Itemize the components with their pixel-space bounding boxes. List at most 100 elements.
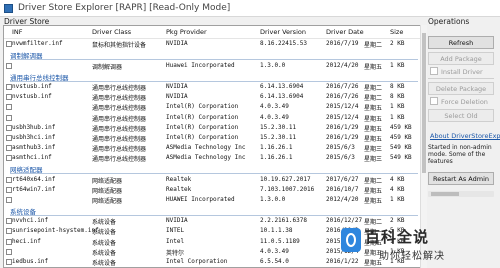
row-checkbox[interactable] — [6, 196, 12, 203]
row-checkbox[interactable] — [6, 114, 12, 121]
cell-pkg-provider: NVIDIA — [166, 217, 188, 225]
cell-inf: usbh3hub.inf — [12, 123, 56, 131]
cell-driver-version: 7.103.1007.2016 — [260, 185, 315, 193]
about-link[interactable]: About DriverStoreExplo — [430, 132, 500, 140]
checkbox-box[interactable] — [430, 67, 438, 75]
cell-size: 1 KB — [390, 61, 405, 69]
watermark-main-text: 百科全说 — [365, 228, 430, 246]
col-size[interactable]: Size — [390, 28, 403, 36]
cell-pkg-provider: Intel(R) Corporation — [166, 123, 239, 131]
cell-driver-version: 1.16.26.1 — [260, 143, 293, 151]
cell-driver-date: 2016/10/7 — [326, 185, 359, 193]
watermark-sub-text: 助你轻松解决 — [379, 251, 445, 262]
table-row[interactable]: 通用串行总线控制器 Intel(R) Corporation 4.0.3.49 201… — [4, 113, 420, 123]
title-bar: Driver Store Explorer [RAPR] [Read-Only … — [0, 0, 500, 17]
checkbox-box[interactable] — [430, 97, 438, 105]
install-driver-checkbox[interactable]: Install Driver — [430, 67, 483, 76]
table-row[interactable]: 通用串行总线控制器 Intel(R) Corporation 4.0.3.49 201… — [4, 102, 420, 113]
row-checkbox[interactable] — [6, 62, 12, 69]
table-row[interactable]: rt640x64.inf 网络适配器 Realtek 10.19.627.2017 20… — [4, 175, 420, 185]
table-row[interactable]: asmthci.inf 通用串行总线控制器 ASMedia Technology I… — [4, 153, 420, 163]
cell-inf: nvvhci.inf — [12, 217, 49, 225]
cell-driver-class: 通用串行总线控制器 — [92, 135, 147, 143]
cell-driver-class: 网络适配器 — [92, 177, 123, 185]
separator — [428, 78, 494, 79]
cell-inf: rt640x64.inf — [12, 175, 56, 183]
table-row[interactable]: rt64win7.inf 网络适配器 Realtek 7.103.1007.2016 2… — [4, 185, 420, 195]
cell-driver-version: 6.14.13.6904 — [260, 93, 304, 101]
cell-driver-date: 2016/1/29 — [326, 123, 359, 131]
app-icon — [4, 3, 13, 13]
cell-pkg-provider: Intel(R) Corporation — [166, 113, 239, 121]
cell-pkg-provider: NVIDIA — [166, 40, 188, 47]
cell-driver-version: 6.14.13.6904 — [260, 83, 304, 91]
cell-weekday: 星期五 — [364, 105, 383, 113]
force-deletion-checkbox[interactable]: Force Deletion — [430, 97, 488, 106]
col-driver-class[interactable]: Driver Class — [92, 28, 131, 36]
cell-weekday: 星期五 — [364, 197, 383, 205]
cell-driver-class: 通用串行总线控制器 — [92, 85, 147, 93]
select-old-button[interactable]: Select Old — [428, 109, 494, 122]
horizontal-scrollbar[interactable] — [428, 191, 494, 197]
cell-driver-date: 2015/12/4 — [326, 103, 359, 111]
cell-pkg-provider: Intel(R) Corporation — [166, 103, 239, 111]
table-row[interactable]: usbh3hub.inf 通用串行总线控制器 Intel(R) Corporatio… — [4, 123, 420, 133]
table-row[interactable]: nvstusb.inf 通用串行总线控制器 NVIDIA 6.14.13.6904 20… — [4, 92, 420, 103]
refresh-button[interactable]: Refresh — [428, 36, 494, 49]
col-driver-date[interactable]: Driver Date — [326, 28, 364, 36]
cell-driver-class: 网络适配器 — [92, 187, 123, 195]
cell-driver-class: 通用串行总线控制器 — [92, 155, 147, 163]
group-header[interactable]: 通用串行总线控制器 — [4, 71, 420, 82]
add-package-button[interactable]: Add Package — [428, 52, 494, 65]
cell-driver-class: 系统设备 — [92, 229, 117, 237]
cell-pkg-provider: Realtek — [166, 175, 192, 183]
table-row[interactable]: usbh3hci.inf 通用串行总线控制器 Intel(R) Corporatio… — [4, 133, 420, 143]
cell-driver-version: 1.3.0.0 — [260, 61, 286, 69]
cell-pkg-provider: Huawei Incorporated — [166, 61, 235, 69]
cell-size: 549 KB — [390, 143, 412, 151]
delete-package-button[interactable]: Delete Package — [428, 82, 494, 95]
cell-inf: asmthci.inf — [12, 153, 52, 161]
cell-inf: sunrisepoint-hsystem.inf — [12, 227, 99, 235]
cell-weekday: 星期二 — [364, 85, 383, 93]
table-row[interactable]: 调制解调器 Huawei Incorporated 1.3.0.0 2012/4/20… — [4, 61, 420, 71]
table-row[interactable]: 网络适配器 HUAWEI Incorporated 1.3.0.0 2012/4/20… — [4, 195, 420, 205]
table-row[interactable]: asmthub3.inf 通用串行总线控制器 ASMedia Technology … — [4, 143, 420, 153]
col-inf[interactable]: INF — [12, 28, 23, 36]
cell-inf: usbh3hci.inf — [12, 133, 56, 141]
cell-pkg-provider: Realtek — [166, 185, 192, 193]
cell-weekday: 星期五 — [364, 125, 383, 133]
cell-weekday: 星期三 — [364, 155, 383, 163]
group-header[interactable]: 系统设备 — [4, 205, 420, 216]
cell-driver-class: 通用串行总线控制器 — [92, 115, 147, 123]
cell-driver-class: 通用串行总线控制器 — [92, 105, 147, 113]
group-header[interactable]: 调制解调器 — [4, 49, 420, 61]
cell-weekday: 星期五 — [364, 115, 383, 123]
cell-size: 1 KB — [390, 195, 405, 203]
col-pkg-provider[interactable]: Pkg Provider — [166, 28, 207, 36]
row-checkbox[interactable] — [6, 104, 12, 111]
operations-label: Operations — [428, 17, 470, 26]
cell-driver-version: 4.0.3.49 — [260, 103, 289, 111]
cell-driver-version: 4.0.3.49 — [260, 113, 289, 121]
col-driver-version[interactable]: Driver Version — [260, 28, 306, 36]
cell-driver-version: 4.0.3.49 — [260, 247, 289, 255]
cell-pkg-provider: Intel — [166, 237, 185, 245]
table-row[interactable]: nvstusb.inf 通用串行总线控制器 NVIDIA 6.14.13.6904 20… — [4, 82, 420, 93]
row-checkbox[interactable] — [6, 248, 12, 255]
cell-driver-version: 15.2.30.11 — [260, 123, 297, 131]
table-row[interactable]: nvwmfilter.inf 鼠标和其他指针设备 NVIDIA 8.16.22415.… — [4, 39, 420, 49]
cell-driver-class: 通用串行总线控制器 — [92, 95, 147, 103]
cell-pkg-provider: Intel(R) Corporation — [166, 133, 239, 141]
cell-weekday: 星期二 — [364, 95, 383, 103]
restart-as-admin-button[interactable]: Restart As Admin — [428, 172, 494, 185]
cell-size: 459 KB — [390, 133, 412, 141]
cell-driver-version: 1.16.26.1 — [260, 153, 293, 161]
force-deletion-label: Force Deletion — [441, 98, 488, 106]
cell-inf: nvstusb.inf — [12, 93, 52, 101]
cell-pkg-provider: ASMedia Technology Inc — [166, 143, 246, 151]
cell-size: 1 KB — [390, 103, 405, 111]
column-header: INF Driver Class Pkg Provider Driver Ver… — [4, 26, 420, 39]
group-header[interactable]: 网络适配器 — [4, 163, 420, 174]
hscroll-thumb[interactable] — [431, 192, 459, 196]
